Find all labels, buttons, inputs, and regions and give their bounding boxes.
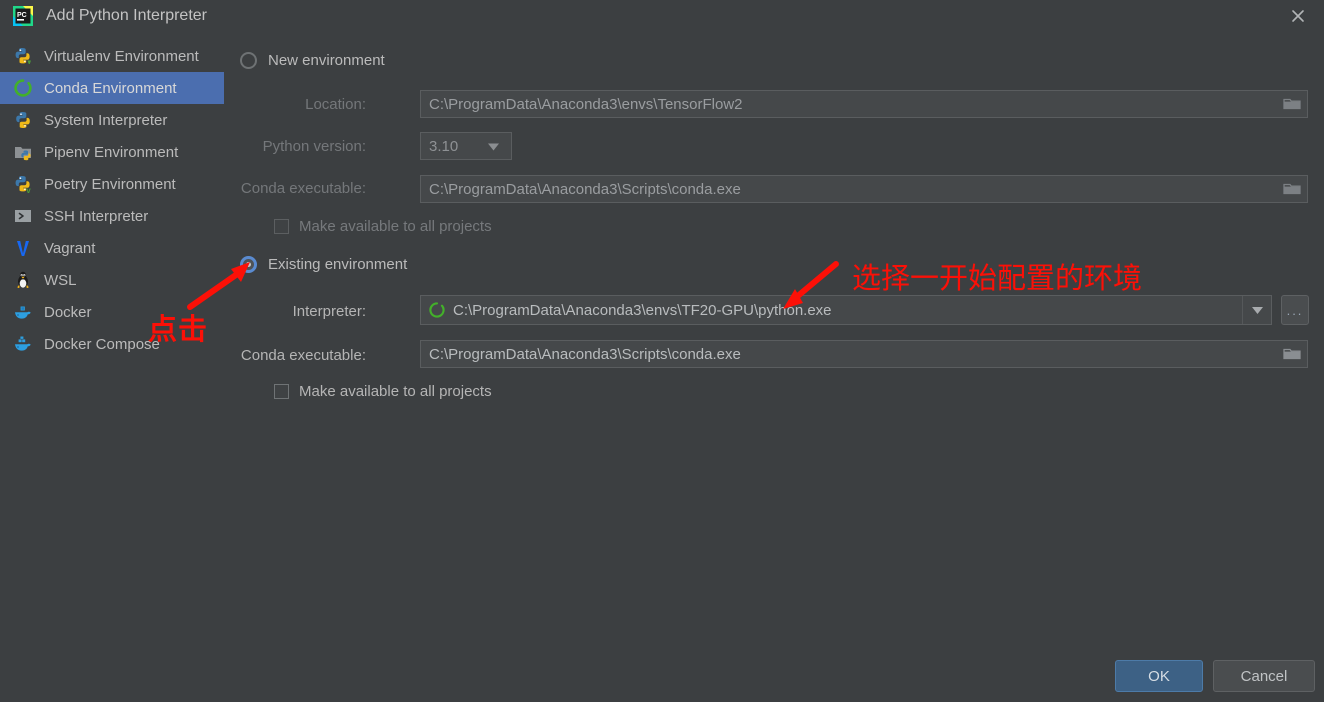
sidebar-item-label: Poetry Environment: [44, 175, 176, 193]
interpreter-value: C:\ProgramData\Anaconda3\envs\TF20-GPU\p…: [453, 301, 832, 319]
interpreter-label: Interpreter:: [292, 303, 366, 320]
sidebar-item-label: System Interpreter: [44, 111, 168, 129]
poetry-icon: v: [12, 173, 34, 195]
annotation-select-note: 选择一开始配置的环境: [852, 263, 1143, 295]
sidebar-item-label: Conda Environment: [44, 79, 177, 97]
cancel-button[interactable]: Cancel: [1213, 660, 1315, 692]
sidebar-item-vagrant[interactable]: Vagrant: [0, 232, 224, 264]
location-input[interactable]: C:\ProgramData\Anaconda3\envs\TensorFlow…: [420, 90, 1308, 118]
sidebar-item-poetry-environment[interactable]: v Poetry Environment: [0, 168, 224, 200]
sidebar-item-system-interpreter[interactable]: System Interpreter: [0, 104, 224, 136]
sidebar-item-pipenv-environment[interactable]: Pipenv Environment: [0, 136, 224, 168]
ssh-terminal-icon: [12, 205, 34, 227]
svg-text:v: v: [26, 186, 31, 194]
interpreter-type-sidebar[interactable]: v Virtualenv Environment Conda Environme…: [0, 40, 224, 360]
radio-indicator-on: [240, 256, 257, 273]
sidebar-item-label: Docker: [44, 303, 92, 321]
conda-executable-value-new: C:\ProgramData\Anaconda3\Scripts\conda.e…: [429, 180, 741, 198]
python-version-value: 3.10: [429, 137, 459, 155]
sidebar-item-label: Vagrant: [44, 239, 96, 257]
python-venv-icon: v: [12, 45, 34, 67]
sidebar-item-label: WSL: [44, 271, 77, 289]
pycharm-icon: PC: [12, 5, 34, 27]
docker-compose-icon: [12, 333, 34, 355]
interpreter-more-button[interactable]: ...: [1281, 295, 1309, 325]
ellipsis-icon: ...: [1286, 302, 1304, 318]
sidebar-item-ssh-interpreter[interactable]: SSH Interpreter: [0, 200, 224, 232]
folder-icon[interactable]: [1283, 346, 1301, 362]
new-environment-radio[interactable]: New environment: [240, 52, 385, 69]
title-bar: PC Add Python Interpreter: [0, 0, 1324, 32]
make-available-label-new: Make available to all projects: [299, 218, 492, 235]
close-icon[interactable]: [1280, 2, 1316, 30]
conda-executable-label-existing: Conda executable:: [240, 347, 366, 364]
sidebar-item-label: Docker Compose: [44, 335, 160, 353]
conda-icon: [12, 77, 34, 99]
ok-button[interactable]: OK: [1115, 660, 1203, 692]
pipenv-icon: [12, 141, 34, 163]
sidebar-item-label: Pipenv Environment: [44, 143, 179, 161]
svg-text:v: v: [28, 60, 32, 66]
chevron-down-icon: [488, 138, 499, 155]
linux-penguin-icon: [12, 269, 34, 291]
radio-indicator-off: [240, 52, 257, 69]
existing-environment-label: Existing environment: [268, 256, 408, 273]
new-environment-label: New environment: [268, 52, 385, 69]
python-icon: [12, 109, 34, 131]
python-version-label: Python version:: [262, 138, 366, 155]
svg-text:PC: PC: [17, 12, 27, 19]
make-available-label-existing: Make available to all projects: [299, 383, 492, 400]
folder-icon[interactable]: [1283, 96, 1301, 112]
conda-executable-label-new: Conda executable:: [240, 180, 366, 197]
sidebar-item-label: Virtualenv Environment: [44, 47, 199, 65]
python-version-select[interactable]: 3.10: [420, 132, 512, 160]
interpreter-select[interactable]: C:\ProgramData\Anaconda3\envs\TF20-GPU\p…: [420, 295, 1272, 325]
conda-executable-value-existing: C:\ProgramData\Anaconda3\Scripts\conda.e…: [429, 345, 741, 363]
make-available-checkbox-new[interactable]: Make available to all projects: [274, 218, 492, 235]
sidebar-item-label: SSH Interpreter: [44, 207, 149, 225]
make-available-checkbox-existing[interactable]: Make available to all projects: [274, 383, 492, 400]
window-title: Add Python Interpreter: [46, 7, 207, 24]
sidebar-item-wsl[interactable]: WSL: [0, 264, 224, 296]
conda-executable-input-existing[interactable]: C:\ProgramData\Anaconda3\Scripts\conda.e…: [420, 340, 1308, 368]
ok-label: OK: [1148, 667, 1170, 685]
sidebar-item-docker[interactable]: Docker: [0, 296, 224, 328]
cancel-label: Cancel: [1240, 667, 1288, 685]
chevron-down-icon[interactable]: [1242, 296, 1271, 324]
checkbox-indicator: [274, 384, 289, 399]
existing-environment-radio[interactable]: Existing environment: [240, 256, 407, 273]
sidebar-item-conda-environment[interactable]: Conda Environment: [0, 72, 224, 104]
location-value: C:\ProgramData\Anaconda3\envs\TensorFlow…: [429, 95, 743, 113]
folder-icon[interactable]: [1283, 181, 1301, 197]
vagrant-icon: [12, 237, 34, 259]
conda-icon: [429, 302, 445, 318]
sidebar-item-docker-compose[interactable]: Docker Compose: [0, 328, 224, 360]
conda-executable-input-new[interactable]: C:\ProgramData\Anaconda3\Scripts\conda.e…: [420, 175, 1308, 203]
checkbox-indicator: [274, 219, 289, 234]
sidebar-item-virtualenv-environment[interactable]: v Virtualenv Environment: [0, 40, 224, 72]
location-label: Location:: [305, 96, 366, 113]
docker-icon: [12, 301, 34, 323]
